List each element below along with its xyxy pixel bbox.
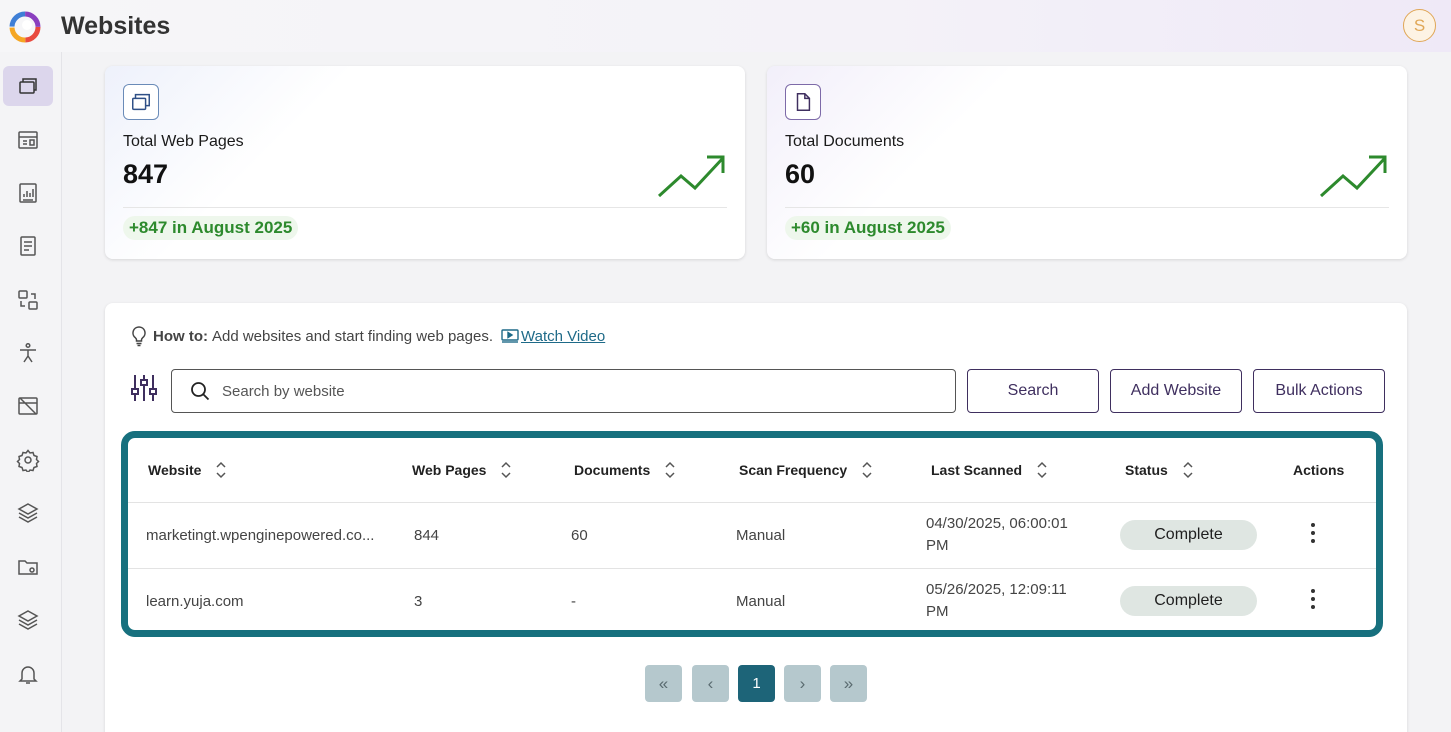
search-button[interactable]: Search [967,369,1099,413]
cell-documents: - [571,592,576,610]
add-website-button[interactable]: Add Website [1110,369,1242,413]
status-badge: Complete [1120,586,1257,617]
sidebar-item-workflows[interactable] [3,280,53,320]
document-icon [785,84,821,120]
cell-status: Complete [1111,568,1281,630]
cell-actions [1281,502,1376,569]
app-logo[interactable] [6,10,44,44]
sidebar-item-folder-settings[interactable] [3,547,53,587]
column-header-actions: Actions [1281,438,1376,503]
sidebar [0,52,62,732]
filter-sliders-icon[interactable] [129,373,159,403]
reports-icon [19,183,37,203]
cell-actions [1281,568,1376,630]
video-play-icon [501,329,519,343]
watch-video-label: Watch Video [521,327,606,345]
first-page-button[interactable]: « [645,665,682,702]
hidden-window-icon [18,397,38,415]
accessibility-icon [20,342,36,363]
settings-icon [16,449,40,472]
howto-prefix: How to: [153,327,208,345]
cell-scan-frequency: Manual [725,502,917,569]
stat-label: Total Web Pages [123,133,244,150]
stat-delta-badge: +60 in August 2025 [785,216,951,240]
table-row[interactable]: marketingt.wpenginepowered.co... 844 60 … [128,502,1376,569]
top-bar: Websites S [0,0,1451,52]
cell-website[interactable]: learn.yuja.com [128,568,398,630]
status-badge: Complete [1120,520,1257,550]
folder-settings-icon [18,560,38,575]
layers-alt-icon [17,610,39,630]
websites-panel: How to: Add websites and start finding w… [105,303,1407,732]
dashboard-icon [18,131,38,149]
sidebar-item-dashboard[interactable] [3,120,53,160]
search-field[interactable] [171,369,956,413]
pagination: « ‹ 1 › » [105,665,1407,703]
cell-documents: 60 [560,502,725,569]
more-options-icon[interactable] [1303,521,1323,545]
divider [785,207,1389,208]
next-page-button[interactable]: › [784,665,821,702]
sort-icon[interactable] [664,460,676,480]
column-header-documents[interactable]: Documents [560,438,725,503]
search-icon [191,382,210,401]
sort-icon[interactable] [1036,460,1048,480]
column-header-last-scanned[interactable]: Last Scanned [917,438,1111,503]
cell-web-pages: 844 [398,502,560,569]
last-page-button[interactable]: » [830,665,867,702]
table-row[interactable]: learn.yuja.com 3 - Manual 05/26/2025, 12… [128,568,1376,630]
stat-card-web-pages: Total Web Pages 847 +847 in August 2025 [105,66,745,259]
stat-value: 60 [785,159,816,189]
stat-label: Total Documents [785,133,905,150]
sort-icon[interactable] [861,460,873,480]
sidebar-item-settings[interactable] [3,440,53,480]
avatar[interactable]: S [1403,9,1436,42]
sidebar-item-layers[interactable] [3,493,53,533]
cell-scan-frequency: Manual [736,592,786,610]
cell-web-pages: 3 [414,592,423,610]
search-input[interactable] [222,382,922,400]
sidebar-item-documents[interactable] [3,226,53,266]
howto-text: Add websites and start finding web pages… [211,327,493,345]
prev-page-button[interactable]: ‹ [692,665,729,702]
sort-icon[interactable] [500,460,512,480]
more-options-icon[interactable] [1303,587,1323,611]
bulk-actions-button[interactable]: Bulk Actions [1253,369,1385,413]
sidebar-item-layers-alt[interactable] [3,600,53,640]
sidebar-item-websites[interactable] [3,66,53,106]
stat-card-documents: Total Documents 60 +60 in August 2025 [767,66,1407,259]
column-header-status[interactable]: Status [1111,438,1281,503]
trending-up-icon [1319,155,1387,198]
layers-icon [17,503,39,523]
howto-banner: How to: Add websites and start finding w… [129,325,605,347]
table-header-row: Website Web Pages Documents Scan Frequen… [128,438,1376,503]
bell-icon [18,666,38,684]
web-pages-icon [19,78,37,94]
lightbulb-icon [132,326,146,347]
column-header-web-pages[interactable]: Web Pages [398,438,560,503]
sidebar-item-hidden[interactable] [3,386,53,426]
websites-table: Website Web Pages Documents Scan Frequen… [121,431,1383,637]
stat-value: 847 [123,159,169,189]
document-icon [20,236,36,256]
page-title: Websites [61,12,171,40]
cell-last-scanned: 05/26/2025, 12:09:11 PM [926,581,1067,621]
sidebar-item-reports[interactable] [3,173,53,213]
cell-website[interactable]: marketingt.wpenginepowered.co... [128,502,398,569]
web-pages-icon [123,84,159,120]
workflow-icon [18,290,38,310]
trending-up-icon [657,155,725,198]
sidebar-item-notifications[interactable] [3,654,53,694]
column-header-scan-frequency[interactable]: Scan Frequency [725,438,917,503]
cell-last-scanned: 04/30/2025, 06:00:01 PM [917,502,1111,569]
stat-delta-badge: +847 in August 2025 [123,216,299,240]
divider [123,207,727,208]
watch-video-link[interactable]: Watch Video [501,328,605,345]
column-header-website[interactable]: Website [128,438,398,503]
sort-icon[interactable] [215,460,227,480]
sort-icon[interactable] [1182,460,1194,480]
page-1-button[interactable]: 1 [738,665,775,702]
cell-status: Complete [1111,502,1281,569]
sidebar-item-accessibility[interactable] [3,333,53,373]
